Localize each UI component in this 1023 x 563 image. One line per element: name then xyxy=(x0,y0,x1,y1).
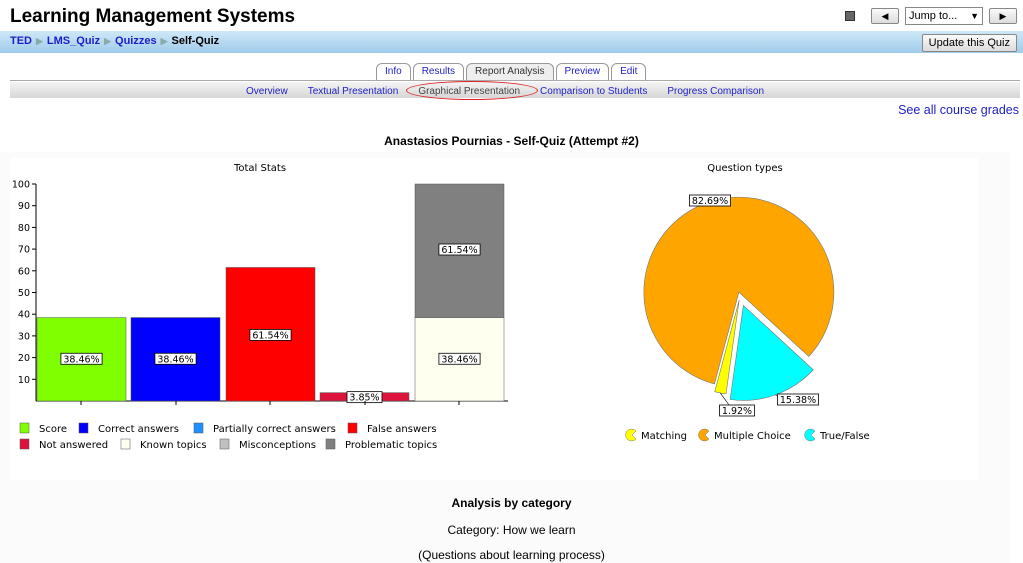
next-arrow-icon[interactable]: ▶ xyxy=(989,8,1017,24)
subtab-progress-comparison[interactable]: Progress Comparison xyxy=(667,86,764,97)
breadcrumb-ted[interactable]: TED xyxy=(10,35,32,47)
prev-arrow-icon[interactable]: ◀ xyxy=(871,8,899,24)
breadcrumb-separator-icon: ▶ xyxy=(36,35,43,46)
breadcrumb-quizzes[interactable]: Quizzes xyxy=(115,35,157,47)
bar-group: 38.46% 38.46%61.54%3.85%38.46%61.54% xyxy=(36,183,505,405)
legend-label: Not answered xyxy=(39,440,108,451)
y-tick-label: 90 xyxy=(18,201,30,212)
subtab-graphical-presentation[interactable]: Graphical Presentation xyxy=(406,81,538,100)
y-tick-label: 100 xyxy=(12,180,30,191)
report-subtabs: Overview Textual Presentation Graphical … xyxy=(246,81,764,100)
jump-to-select[interactable]: Jump to... ▼ xyxy=(905,7,983,25)
save-icon[interactable] xyxy=(845,11,855,21)
legend-swatch xyxy=(325,438,336,450)
y-tick-label: 10 xyxy=(18,375,30,386)
y-tick-label: 70 xyxy=(18,245,30,256)
navigation-bar: TED ▶ LMS_Quiz ▶ Quizzes ▶ Self-Quiz Upd… xyxy=(0,31,1023,53)
legend-swatch xyxy=(120,438,131,450)
data-label: 38.46% xyxy=(441,354,477,365)
analysis-description: (Questions about learning process) xyxy=(418,548,605,562)
pie-legend-swatch xyxy=(804,428,816,442)
see-all-course-grades-link[interactable]: See all course grades xyxy=(898,103,1019,117)
data-label: 38.46% xyxy=(157,354,193,365)
tab-preview[interactable]: Preview xyxy=(555,63,610,80)
legend-swatch xyxy=(19,438,30,450)
charts-panel: Total Stats 10 20 30 40 50 60 70 80 90 100 38.46%… xyxy=(10,158,978,480)
jump-to-label: Jump to... xyxy=(909,10,958,22)
legend-swatch xyxy=(347,422,358,434)
y-tick-label: 50 xyxy=(18,288,30,299)
pie-group: 1.92% 82.69% 15.38% xyxy=(643,194,835,417)
legend-swatch xyxy=(19,422,30,434)
legend-swatch xyxy=(219,438,230,450)
subtab-overview[interactable]: Overview xyxy=(246,86,288,97)
breadcrumb: TED ▶ LMS_Quiz ▶ Quizzes ▶ Self-Quiz xyxy=(10,35,219,47)
bar-chart-title: Total Stats xyxy=(233,163,286,174)
subtab-textual-presentation[interactable]: Textual Presentation xyxy=(308,86,399,97)
pie-label: 82.69% xyxy=(692,196,728,207)
legend-label: False answers xyxy=(367,424,437,435)
update-quiz-button[interactable]: Update this Quiz xyxy=(921,34,1017,52)
page-header: Learning Management Systems ◀ Jump to...… xyxy=(0,0,1023,30)
data-label: 61.54% xyxy=(252,330,288,341)
breadcrumb-current: Self-Quiz xyxy=(171,35,220,47)
y-tick-group: 10 20 30 40 50 60 70 80 90 100 xyxy=(12,180,36,386)
pie-legend: Matching Multiple Choice True/False xyxy=(625,428,870,442)
tab-report-analysis[interactable]: Report Analysis xyxy=(466,63,554,80)
legend-label: Score xyxy=(39,424,67,435)
tab-info[interactable]: Info xyxy=(376,63,411,80)
charts-svg: Total Stats 10 20 30 40 50 60 70 80 90 100 38.46%… xyxy=(12,163,870,451)
site-title: Learning Management Systems xyxy=(10,6,296,27)
pie-legend-label: True/False xyxy=(819,431,870,442)
tab-divider xyxy=(10,80,1020,81)
breadcrumb-separator-icon: ▶ xyxy=(104,35,112,46)
data-label: 38.46% xyxy=(63,354,99,365)
header-controls: ◀ Jump to... ▼ ▶ xyxy=(845,7,1017,25)
y-tick-label: 20 xyxy=(18,353,30,364)
y-tick-label: 40 xyxy=(18,310,30,321)
subtab-comparison-to-students[interactable]: Comparison to Students xyxy=(540,86,647,97)
pie-label: 15.38% xyxy=(780,395,816,406)
quiz-tabs: Info Results Report Analysis Preview Edi… xyxy=(376,63,647,80)
legend-label: Known topics xyxy=(140,440,207,451)
tab-edit[interactable]: Edit xyxy=(611,63,647,80)
pie-chart-title: Question types xyxy=(707,163,782,174)
pie-legend-swatch xyxy=(698,428,710,442)
y-tick-label: 60 xyxy=(18,266,30,277)
pie-label: 1.92% xyxy=(722,406,752,417)
legend-label: Misconceptions xyxy=(239,440,316,451)
breadcrumb-lms-quiz[interactable]: LMS_Quiz xyxy=(47,35,100,47)
legend-swatch xyxy=(193,422,204,434)
breadcrumb-separator-icon: ▶ xyxy=(160,35,168,46)
legend-label: Correct answers xyxy=(98,424,179,435)
legend-label: Problematic topics xyxy=(345,440,437,451)
attempt-title: Anastasios Pournias - Self-Quiz (Attempt… xyxy=(384,134,639,148)
y-tick-label: 80 xyxy=(18,223,30,234)
y-tick-label: 30 xyxy=(18,331,30,342)
bar-legend: Score Correct answers Partially correct an… xyxy=(19,422,437,451)
chevron-down-icon: ▼ xyxy=(970,11,979,21)
tab-results[interactable]: Results xyxy=(412,63,465,80)
pie-legend-swatch xyxy=(625,428,637,442)
pie-legend-label: Multiple Choice xyxy=(714,431,791,442)
legend-label: Partially correct answers xyxy=(213,424,336,435)
legend-swatch xyxy=(78,422,89,434)
analysis-title: Analysis by category xyxy=(451,496,572,510)
pie-legend-label: Matching xyxy=(641,431,687,442)
data-label: 61.54% xyxy=(441,245,477,256)
analysis-category: Category: How we learn xyxy=(447,523,576,537)
